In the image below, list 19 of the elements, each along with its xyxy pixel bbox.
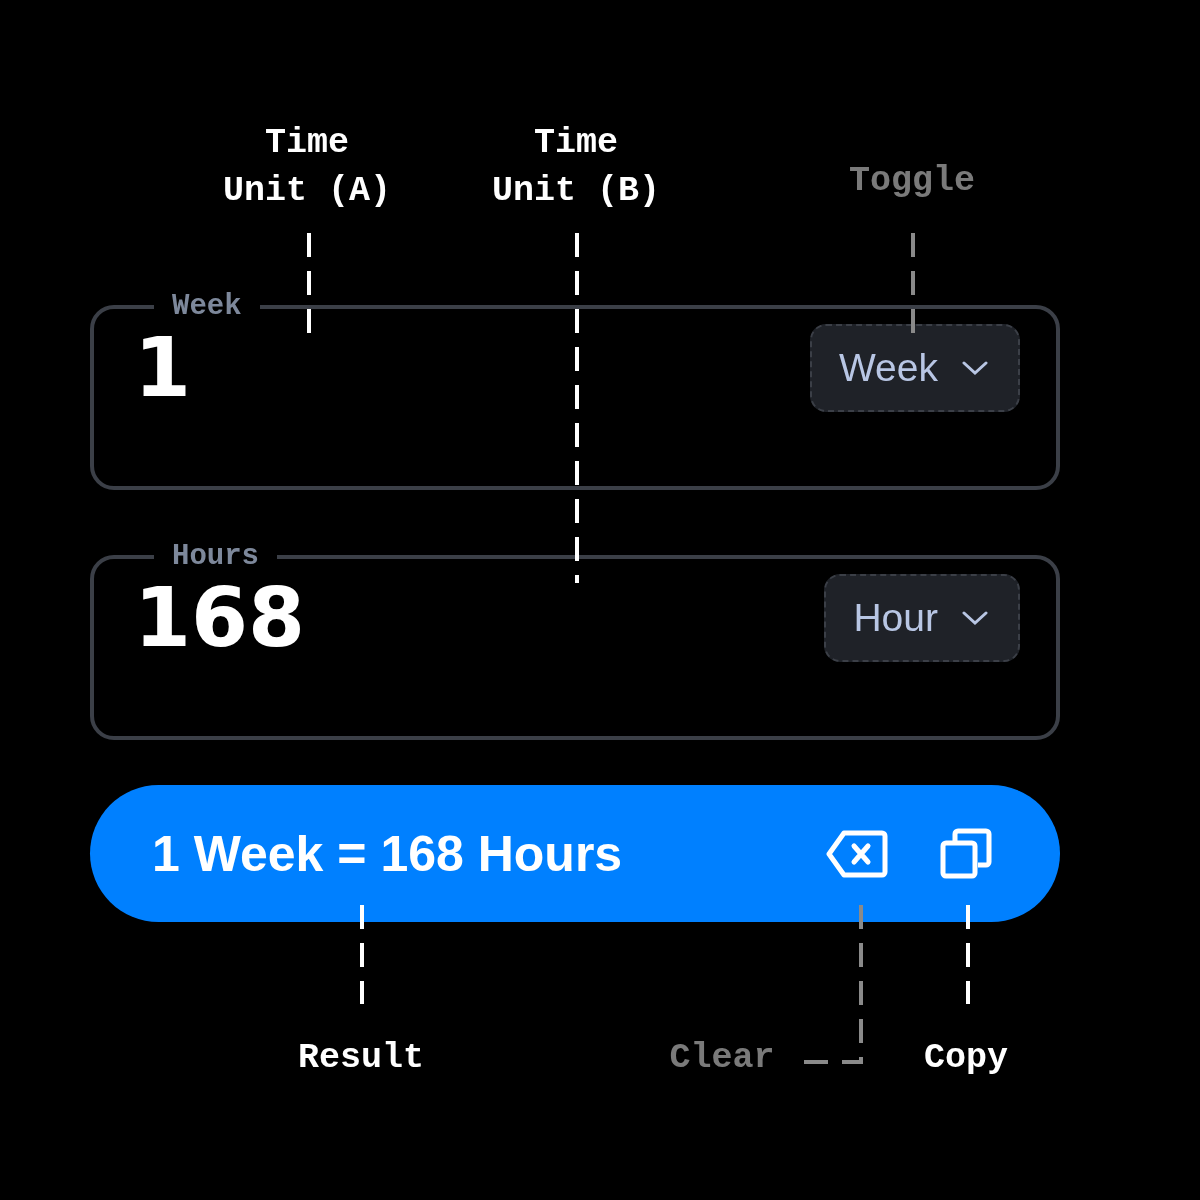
unit-dropdown[interactable]: Hour [824, 574, 1020, 662]
callout-label: Copy [923, 1037, 1009, 1080]
field-label: Week [171, 290, 243, 324]
result-text: 1 Week = 168 Hours [152, 824, 624, 883]
copy-button[interactable] [940, 827, 992, 880]
copy-icon [940, 827, 992, 880]
field-label: Hours [171, 540, 260, 574]
callout-label: Result [297, 1037, 425, 1080]
chevron-down-icon [962, 360, 988, 376]
unit-dropdown[interactable]: Week [810, 324, 1020, 412]
callout-label: Time Unit (B) [491, 122, 661, 213]
clear-button[interactable] [826, 829, 888, 878]
backspace-icon [826, 829, 888, 878]
callout-label: Toggle [848, 160, 976, 203]
chevron-down-icon [962, 610, 988, 626]
value-input[interactable]: 1 [134, 327, 192, 409]
value-input[interactable]: 168 [134, 577, 306, 659]
callout-label: Time Unit (A) [222, 122, 392, 213]
callout-label: Clear [668, 1037, 776, 1080]
